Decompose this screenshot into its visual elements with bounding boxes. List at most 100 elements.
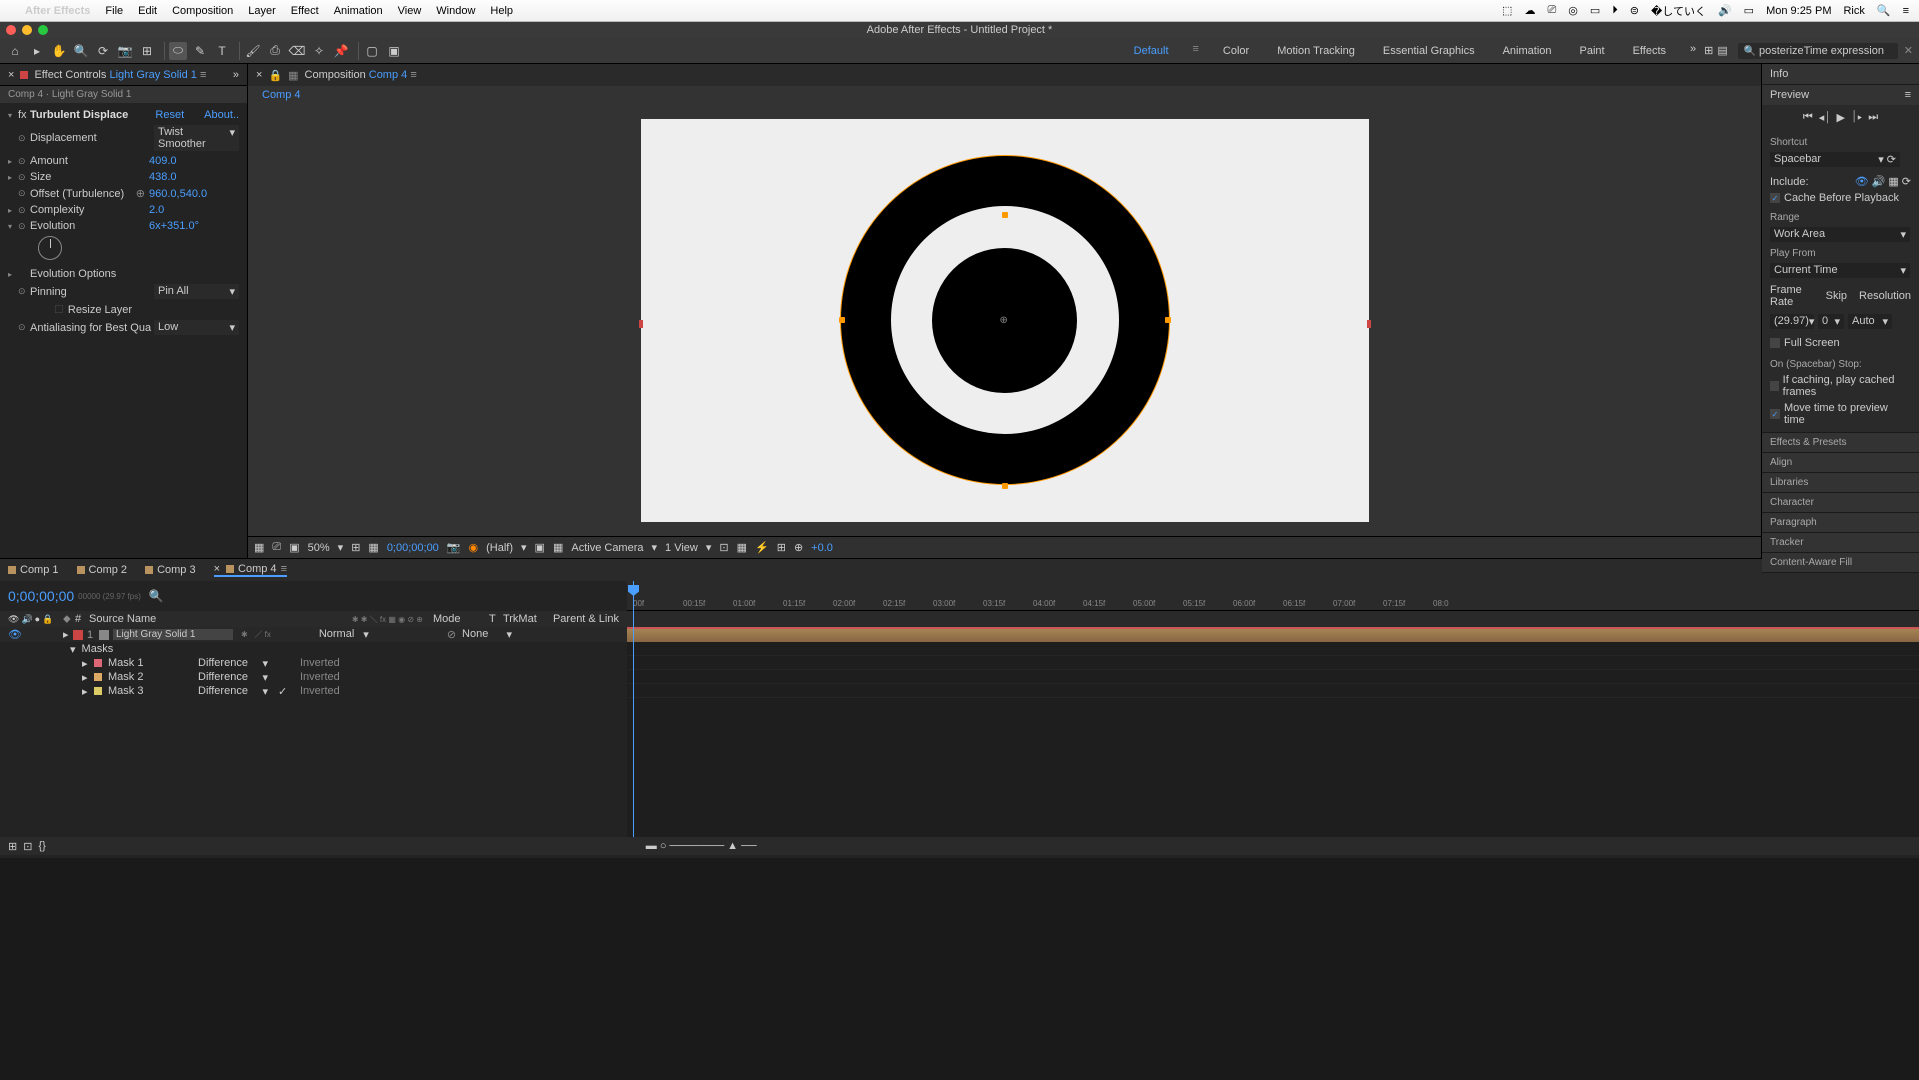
parent-dropdown[interactable]: None▾ xyxy=(462,628,512,641)
alpha-icon[interactable]: ▦ xyxy=(254,541,264,554)
grid-toggle-icon[interactable]: ⊞ xyxy=(351,541,360,554)
effects-presets-header[interactable]: Effects & Presets xyxy=(1762,433,1919,452)
evolution-dial[interactable] xyxy=(38,236,62,260)
offset-value[interactable]: 960.0,540.0 xyxy=(149,188,239,200)
video-include-icon[interactable]: 👁 xyxy=(1855,175,1869,188)
help-search[interactable]: 🔍 posterizeTime expression xyxy=(1738,43,1898,59)
cache-checkbox[interactable] xyxy=(1770,193,1780,203)
close-search-icon[interactable]: ✕ xyxy=(1904,44,1913,57)
clock[interactable]: Mon 9:25 PM xyxy=(1766,5,1831,17)
layer-duration-bar[interactable] xyxy=(627,627,1919,642)
pan-behind-tool-icon[interactable]: ⊞ xyxy=(138,42,156,60)
roi-icon[interactable]: ▣ xyxy=(535,541,545,554)
blend-mode-dropdown[interactable]: Normal▾ xyxy=(319,628,369,641)
playfrom-dropdown[interactable]: Current Time▾ xyxy=(1770,263,1910,278)
libraries-header[interactable]: Libraries xyxy=(1762,473,1919,492)
content-aware-header[interactable]: Content-Aware Fill xyxy=(1762,553,1919,572)
snapshot-icon[interactable]: 📷 xyxy=(447,541,461,554)
puppet-tool-icon[interactable]: 📌 xyxy=(332,42,350,60)
more-icon[interactable]: » xyxy=(1690,43,1696,59)
skip-dropdown[interactable]: 0▾ xyxy=(1818,314,1844,329)
comp-breadcrumb[interactable]: Comp 4 xyxy=(262,89,301,101)
menu-effect[interactable]: Effect xyxy=(291,5,319,17)
pinning-dropdown[interactable]: Pin All▾ xyxy=(154,284,239,299)
character-header[interactable]: Character xyxy=(1762,493,1919,512)
resolution-dropdown[interactable]: Auto▾ xyxy=(1848,314,1892,329)
toggle-inout-icon[interactable]: {} xyxy=(38,840,45,852)
next-frame-icon[interactable]: ⏐▸ xyxy=(1851,111,1862,125)
type-tool-icon[interactable]: T xyxy=(213,42,231,60)
home-icon[interactable]: ⌂ xyxy=(6,42,24,60)
anchor-point-icon[interactable]: ⊕ xyxy=(1000,315,1010,325)
shape-tool-icon[interactable]: ⬭ xyxy=(169,42,187,60)
sync-icon[interactable]: ◎ xyxy=(1568,4,1578,17)
info-panel-header[interactable]: Info xyxy=(1762,64,1919,84)
menu-edit[interactable]: Edit xyxy=(138,5,157,17)
workspace-motion[interactable]: Motion Tracking xyxy=(1273,43,1359,59)
guide-icon[interactable]: ▦ xyxy=(368,541,378,554)
prev-frame-icon[interactable]: ◂⏐ xyxy=(1819,111,1831,125)
zoom-tool-icon[interactable]: 🔍 xyxy=(72,42,90,60)
time-display[interactable]: 0;00;00;00 xyxy=(387,542,439,554)
evolution-value[interactable]: 6x+351.0° xyxy=(149,220,239,232)
range-dropdown[interactable]: Work Area▾ xyxy=(1770,227,1910,242)
workspace-animation[interactable]: Animation xyxy=(1499,43,1556,59)
eraser-tool-icon[interactable]: ⌫ xyxy=(288,42,306,60)
last-frame-icon[interactable]: ⏭ xyxy=(1868,111,1878,125)
camera-tool-icon[interactable]: 📷 xyxy=(116,42,134,60)
movetime-checkbox[interactable] xyxy=(1770,409,1780,419)
camera-dropdown[interactable]: Active Camera xyxy=(571,542,643,554)
menu-file[interactable]: File xyxy=(105,5,123,17)
panel-icon[interactable]: ▤ xyxy=(1717,44,1727,57)
menu-help[interactable]: Help xyxy=(490,5,513,17)
roto-tool-icon[interactable]: ✧ xyxy=(310,42,328,60)
antialias-dropdown[interactable]: Low▾ xyxy=(154,320,239,335)
channel-icon[interactable]: ◉ xyxy=(469,541,479,554)
complexity-value[interactable]: 2.0 xyxy=(149,204,239,216)
clone-tool-icon[interactable]: ⎙ xyxy=(266,42,284,60)
menu-window[interactable]: Window xyxy=(436,5,475,17)
resolution-icon[interactable]: ⎚ xyxy=(272,541,281,554)
mask-inverted[interactable]: Inverted xyxy=(300,671,340,683)
mask-mode-dropdown[interactable]: Difference▾ xyxy=(198,671,268,684)
workspace-paint[interactable]: Paint xyxy=(1576,43,1609,59)
toggle-switches-icon[interactable]: ⊞ xyxy=(8,840,17,853)
current-time[interactable]: 0;00;00;00 xyxy=(8,588,74,604)
mask-name[interactable]: Mask 3 xyxy=(108,685,168,697)
display-icon[interactable]: ▭ xyxy=(1590,4,1600,17)
close-icon[interactable] xyxy=(6,25,16,35)
mask-name[interactable]: Mask 1 xyxy=(108,657,168,669)
grid-icon[interactable]: ⊞ xyxy=(1704,44,1713,57)
minimize-icon[interactable] xyxy=(22,25,32,35)
screen-icon[interactable]: ⎚ xyxy=(1547,4,1556,17)
timeline-icon[interactable]: ⊞ xyxy=(777,541,786,554)
toggle-modes-icon[interactable]: ⊡ xyxy=(23,840,32,853)
app-name[interactable]: After Effects xyxy=(25,5,90,17)
displacement-dropdown[interactable]: Twist Smoother▾ xyxy=(154,125,239,151)
volume-icon[interactable]: 🔊 xyxy=(1718,4,1732,17)
paragraph-header[interactable]: Paragraph xyxy=(1762,513,1919,532)
pen-tool-icon[interactable]: ✎ xyxy=(191,42,209,60)
wifi-icon[interactable]: ⊜ xyxy=(1630,4,1639,17)
mask-inverted[interactable]: Inverted xyxy=(300,657,340,669)
lock-icon[interactable] xyxy=(20,71,28,79)
workspace-color[interactable]: Color xyxy=(1219,43,1253,59)
hand-tool-icon[interactable]: ✋ xyxy=(50,42,68,60)
audio-include-icon[interactable]: 🔊 xyxy=(1872,175,1886,188)
effect-name[interactable]: Turbulent Displace xyxy=(30,109,155,121)
workspace-effects[interactable]: Effects xyxy=(1629,43,1670,59)
mask-mode-dropdown[interactable]: Difference▾ xyxy=(198,657,268,670)
battery-icon[interactable]: ▭ xyxy=(1744,4,1754,17)
transparency-icon[interactable]: ▦ xyxy=(553,541,563,554)
time-ruler[interactable]: 00f00:15f01:00f01:15f02:00f02:15f03:00f0… xyxy=(627,581,1919,611)
mask-inverted[interactable]: Inverted xyxy=(300,685,340,697)
menu-animation[interactable]: Animation xyxy=(334,5,383,17)
status-icon[interactable]: ⬚ xyxy=(1502,4,1512,17)
render-icon[interactable]: ▦ xyxy=(737,541,747,554)
play-icon[interactable]: ▶ xyxy=(1837,111,1845,125)
user[interactable]: Rick xyxy=(1843,5,1864,17)
amount-value[interactable]: 409.0 xyxy=(149,155,239,167)
spotlight-icon[interactable]: 🔍 xyxy=(1877,4,1891,17)
selection-tool-icon[interactable]: ▸ xyxy=(28,42,46,60)
ifcaching-checkbox[interactable] xyxy=(1770,381,1779,391)
